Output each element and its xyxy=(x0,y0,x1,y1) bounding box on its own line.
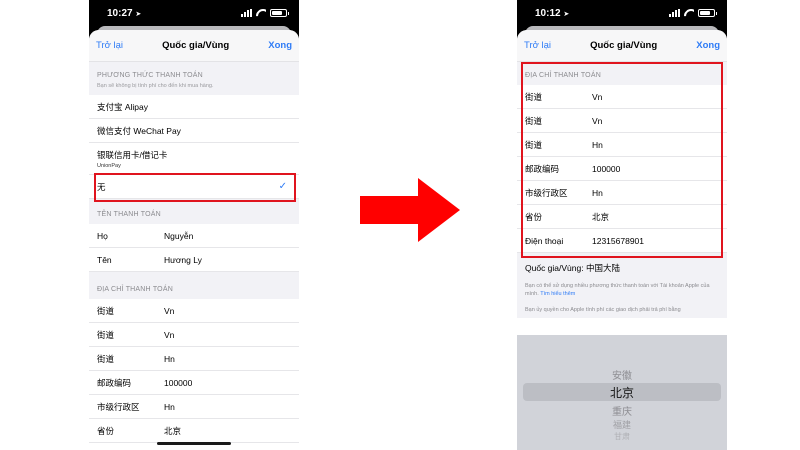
done-button[interactable]: Xong xyxy=(696,40,720,51)
field-value: 北京 xyxy=(164,425,182,436)
picker-item[interactable]: 福建 xyxy=(517,418,727,431)
option-label: 支付宝 Alipay xyxy=(97,101,149,112)
field-value: Hương Ly xyxy=(164,254,202,265)
battery-icon xyxy=(270,9,289,17)
field-value: Nguyễn xyxy=(164,230,194,241)
wifi-icon xyxy=(684,9,694,17)
navigation-bar: Trở lại Quốc gia/Vùng Xong xyxy=(517,30,727,62)
highlight-box-none-option xyxy=(94,173,296,202)
first-name-row[interactable]: Tên Hương Ly xyxy=(89,248,299,272)
payment-option-wechat[interactable]: 微信支付 WeChat Pay xyxy=(89,119,299,143)
option-label: 银联信用卡/借记卡 xyxy=(97,149,168,160)
picker-item[interactable]: 甘肃 xyxy=(517,431,727,442)
street-row[interactable]: 街道 Vn xyxy=(89,299,299,323)
field-label: 街道 xyxy=(97,329,115,340)
payment-info-text: Bạn có thể sử dụng nhiều phương thức tha… xyxy=(517,282,727,302)
field-value: Hn xyxy=(164,353,175,364)
location-arrow-icon: ➤ xyxy=(135,10,142,18)
province-row[interactable]: 省份 北京 xyxy=(89,419,299,443)
field-label: 邮政编码 xyxy=(97,377,132,388)
street-row[interactable]: 街道 Hn xyxy=(89,347,299,371)
option-label: 微信支付 WeChat Pay xyxy=(97,125,181,136)
postal-code-row[interactable]: 邮政编码 100000 xyxy=(89,371,299,395)
status-bar: 10:12 ➤ xyxy=(517,0,727,26)
field-label: Họ xyxy=(97,230,108,241)
page-title: Quốc gia/Vùng xyxy=(162,40,230,51)
cellular-signal-icon xyxy=(241,9,252,17)
payment-method-subtext: Bạn sẽ không bị tính phí cho đến khi mua… xyxy=(89,83,299,95)
billing-address-header: ĐỊA CHỈ THANH TOÁN xyxy=(89,272,299,299)
payment-method-header: PHƯƠNG THỨC THANH TOÁN xyxy=(89,62,299,83)
payment-option-alipay[interactable]: 支付宝 Alipay xyxy=(89,95,299,119)
field-value: Vn xyxy=(164,329,175,340)
learn-more-link[interactable]: Tìm hiểu thêm xyxy=(540,291,575,297)
navigation-bar: Trở lại Quốc gia/Vùng Xong xyxy=(89,30,299,62)
last-name-row[interactable]: Họ Nguyễn xyxy=(89,224,299,248)
highlight-box-address-section xyxy=(521,62,723,258)
field-value: 100000 xyxy=(164,377,193,388)
picker-item-selected[interactable]: 北京 xyxy=(517,384,727,401)
status-bar: 10:27 ➤ xyxy=(89,0,299,26)
billing-sheet: Trở lại Quốc gia/Vùng Xong PHƯƠNG THỨC T… xyxy=(89,30,299,450)
back-button[interactable]: Trở lại xyxy=(96,40,123,51)
home-indicator xyxy=(157,442,231,445)
left-phone-screen: 10:27 ➤ Trở lại Quốc gia/Vùng Xong PHƯƠN… xyxy=(89,0,299,450)
picker-item[interactable]: 重庆 xyxy=(517,403,727,418)
status-time: 10:27 ➤ xyxy=(107,7,142,19)
field-label: 街道 xyxy=(97,305,115,316)
right-phone-screen: 10:12 ➤ Trở lại Quốc gia/Vùng Xong ĐỊA C… xyxy=(517,0,727,450)
field-label: Tên xyxy=(97,254,112,265)
city-row[interactable]: 市级行政区 Hn xyxy=(89,395,299,419)
cellular-signal-icon xyxy=(669,9,680,17)
wifi-icon xyxy=(256,9,266,17)
done-button[interactable]: Xong xyxy=(268,40,292,51)
status-time: 10:12 ➤ xyxy=(535,7,570,19)
field-value: Hn xyxy=(164,401,175,412)
payment-option-unionpay[interactable]: 银联信用卡/借记卡 UnionPay xyxy=(89,143,299,175)
field-value: Vn xyxy=(164,305,175,316)
back-button[interactable]: Trở lại xyxy=(524,40,551,51)
option-sublabel: UnionPay xyxy=(97,162,121,169)
field-label: 市级行政区 xyxy=(97,401,140,412)
location-arrow-icon: ➤ xyxy=(563,10,570,18)
field-label: 街道 xyxy=(97,353,115,364)
picker-item[interactable]: 安徽 xyxy=(517,367,727,382)
street-row[interactable]: 街道 Vn xyxy=(89,323,299,347)
province-picker[interactable]: 安徽 北京 重庆 福建 甘肃 xyxy=(517,335,727,450)
field-label: 省份 xyxy=(97,425,115,436)
authorization-text: Bạn ủy quyền cho Apple tính phí các giao… xyxy=(517,302,727,318)
battery-icon xyxy=(698,9,717,17)
right-arrow-icon xyxy=(360,178,460,242)
page-title: Quốc gia/Vùng xyxy=(590,40,658,51)
billing-name-header: TÊN THANH TOÁN xyxy=(89,199,299,224)
